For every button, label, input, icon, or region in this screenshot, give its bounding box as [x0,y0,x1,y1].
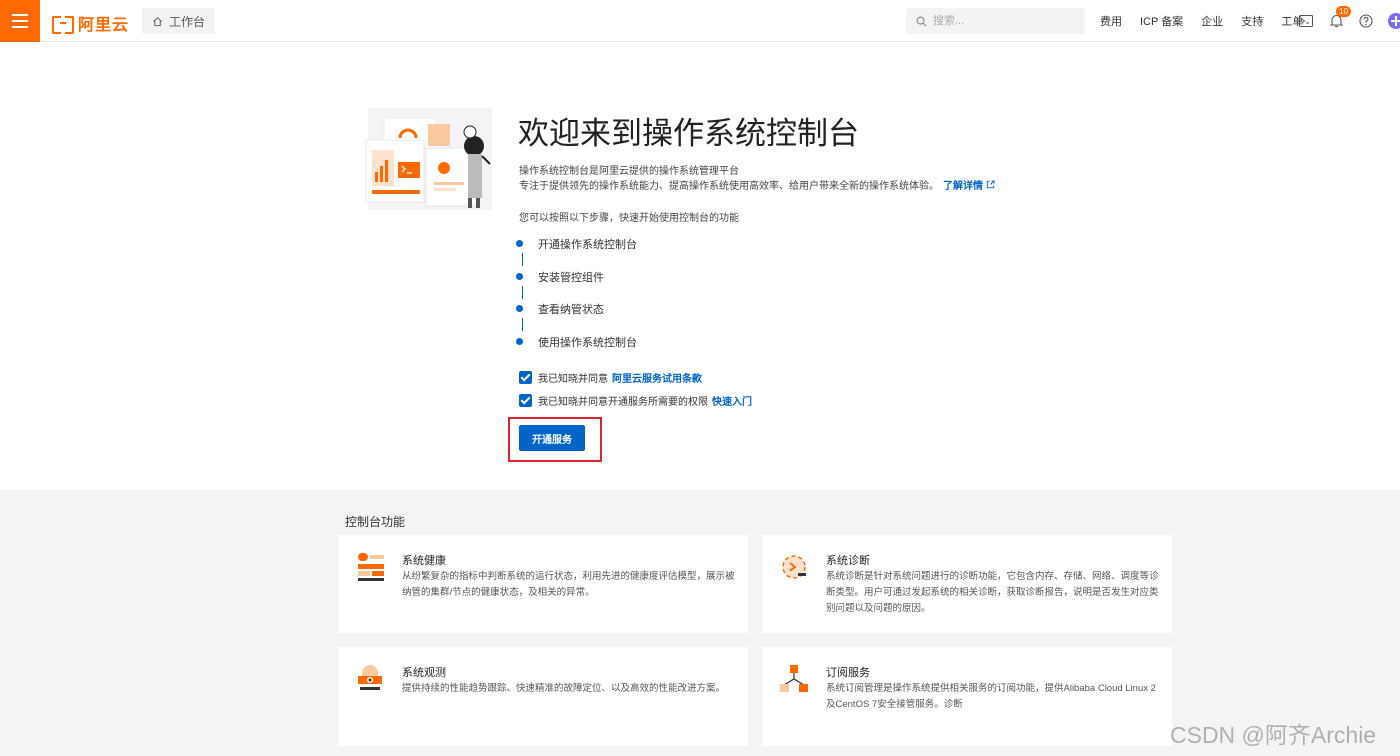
step-connector [522,253,523,266]
description-line-2-text: 专注于提供领先的操作系统能力、提高操作系统使用高效率、给用户带来全新的操作系统体… [519,181,939,192]
agree-permissions-text: 我已知晓并同意开通服务所需要的权限 [538,397,708,408]
search-icon [916,16,927,26]
feature-card-title: 系统健康 [402,555,446,567]
home-icon [153,16,162,26]
nav-link-icp[interactable]: ICP 备案 [1140,13,1183,29]
step-label: 安装管控组件 [538,271,604,284]
agree-terms-row: 我已知晓并同意 阿里云服务试用条款 [519,370,702,385]
diagnosis-icon [782,555,806,579]
step-item: 开通操作系统控制台 [516,236,637,269]
subscribe-icon [780,665,808,692]
top-nav-links: 费用 ICP 备案 企业 支持 工单 [1100,0,1321,42]
agree-permissions-checkbox[interactable] [519,394,532,407]
feature-card-observe[interactable]: 系统观测 提供持续的性能趋势跟踪、快速精准的故障定位、以及高效的性能改进方案。 [338,647,748,746]
description-line-1: 操作系统控制台是阿里云提供的操作系统管理平台 [519,166,739,177]
learn-more-link[interactable]: 了解详情 [943,180,995,192]
feature-card-title: 系统诊断 [826,555,870,567]
step-dot [516,337,523,345]
steps-list: 开通操作系统控制台 安装管控组件 查看纳管状态 使用操作系统控制台 [516,236,637,366]
agree-terms-checkbox[interactable] [519,371,532,384]
observe-icon [358,665,382,690]
feature-card-health[interactable]: 系统健康 从纷繁复杂的指标中判断系统的运行状态，利用先进的健康度评估模型，展示被… [338,535,748,633]
feature-card-title: 系统观测 [402,667,446,679]
step-item: 使用操作系统控制台 [516,334,637,367]
step-item: 安装管控组件 [516,269,637,302]
top-navigation-bar: 阿里云 工作台 费用 ICP 备案 企业 支持 工单 10 [0,0,1400,42]
learn-more-label: 了解详情 [943,181,983,192]
agree-terms-text: 我已知晓并同意 [538,374,608,385]
welcome-illustration [365,108,492,210]
feature-card-desc: 提供持续的性能趋势跟踪、快速精准的故障定位、以及高效的性能改进方案。 [402,683,726,694]
description-line-2: 专注于提供领先的操作系统能力、提高操作系统使用高效率、给用户带来全新的操作系统体… [519,179,995,194]
steps-intro: 您可以按照以下步骤，快速开始使用控制台的功能 [519,213,739,224]
step-label: 使用操作系统控制台 [538,336,637,349]
feature-card-subscribe[interactable]: 订阅服务 系统订阅管理是操作系统提供相关服务的订阅功能，提供Alibaba Cl… [762,647,1172,746]
aliyun-logo-icon [52,16,74,34]
step-dot [516,272,523,280]
page-title: 欢迎来到操作系统控制台 [518,116,859,151]
open-service-button[interactable]: 开通服务 [519,425,585,451]
step-connector [522,318,523,331]
search-box[interactable] [906,8,1085,34]
health-icon [358,553,384,581]
notification-badge: 10 [1336,6,1351,17]
step-connector [522,285,523,299]
service-terms-link[interactable]: 阿里云服务试用条款 [612,370,702,385]
nav-link-support[interactable]: 支持 [1241,13,1263,29]
user-avatar[interactable] [1388,13,1400,29]
step-label: 查看纳管状态 [538,304,604,316]
feature-card-desc: 系统订阅管理是操作系统提供相关服务的订阅功能，提供Alibaba Cloud L… [826,683,1156,710]
step-dot [516,240,523,247]
workbench-label: 工作台 [169,14,206,29]
aliyun-logo[interactable]: 阿里云 [52,11,129,35]
step-label: 开通操作系统控制台 [538,239,637,251]
nav-link-enterprise[interactable]: 企业 [1201,13,1223,29]
features-title: 控制台功能 [345,515,406,529]
quick-start-link[interactable]: 快速入门 [712,393,752,408]
workbench-button[interactable]: 工作台 [142,8,216,34]
hamburger-menu-icon[interactable] [0,0,40,42]
step-item: 查看纳管状态 [516,301,637,334]
description: 操作系统控制台是阿里云提供的操作系统管理平台 专注于提供领先的操作系统能力、提高… [519,164,995,194]
feature-card-desc: 系统诊断是针对系统问题进行的诊断功能，它包含内存、存储、网络、调度等诊断类型。用… [826,571,1159,614]
feature-card-title: 订阅服务 [826,667,870,679]
feature-card-diagnosis[interactable]: 系统诊断 系统诊断是针对系统问题进行的诊断功能，它包含内存、存储、网络、调度等诊… [762,535,1172,633]
feature-card-desc: 从纷繁复杂的指标中判断系统的运行状态，利用先进的健康度评估模型，展示被纳管的集群… [402,571,735,598]
search-input[interactable] [933,15,1073,27]
logo-text: 阿里云 [78,17,130,34]
help-icon[interactable] [1358,13,1374,29]
external-link-icon [986,180,995,189]
nav-link-billing[interactable]: 费用 [1100,13,1122,29]
csdn-watermark: CSDN @阿齐Archie [1170,722,1377,748]
agree-permissions-row: 我已知晓并同意开通服务所需要的权限 快速入门 [519,393,752,408]
terminal-icon[interactable] [1298,13,1314,29]
open-service-highlight: 开通服务 [508,417,602,462]
top-nav-icons: 10 [1298,0,1374,42]
step-dot [516,305,523,312]
bell-icon[interactable]: 10 [1328,6,1351,29]
